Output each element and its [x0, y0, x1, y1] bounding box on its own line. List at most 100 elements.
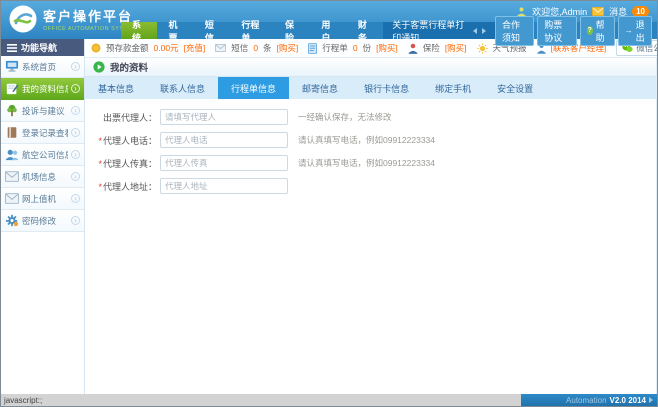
sidebar-item-home[interactable]: 系统首页	[1, 56, 84, 78]
sidebar-item-my-profile[interactable]: 我的资料信息	[1, 78, 84, 100]
chevron-right-icon	[71, 150, 80, 159]
field-label: *代理人电话：	[85, 134, 157, 147]
browser-status-bar: javascript:; Automation V2.0 2014	[1, 394, 657, 406]
agent-address-input[interactable]	[160, 178, 288, 194]
sidebar-header: 功能导航	[1, 39, 84, 56]
deposit-label: 预存款金额	[106, 42, 149, 54]
form-row-ticket-agent: 出票代理人： 一经确认保存，无法修改	[85, 109, 656, 125]
sidebar-header-label: 功能导航	[21, 41, 57, 54]
nav-item-users[interactable]: 用户	[310, 22, 346, 39]
sidebar-item-label: 登录记录查看	[22, 127, 68, 139]
insurance-person-icon	[408, 43, 418, 54]
tab-contact-info[interactable]: 联系人信息	[147, 77, 218, 99]
agent-fax-input[interactable]	[160, 155, 288, 171]
sidebar-item-login-records[interactable]: 登录记录查看	[1, 122, 84, 144]
agent-address-label: 代理人地址：	[103, 182, 157, 192]
sidebar-item-airlines[interactable]: 航空公司信息	[1, 144, 84, 166]
sms-unit: 条	[263, 42, 272, 54]
edit-pencil-icon	[5, 82, 19, 95]
required-mark: *	[98, 136, 102, 146]
chevron-right-icon	[71, 128, 80, 137]
monitor-icon	[5, 60, 19, 73]
gear-icon	[5, 214, 19, 227]
nav-item-sms[interactable]: 短信	[194, 22, 230, 39]
required-mark: *	[98, 159, 102, 169]
form-row-agent-phone: *代理人电话： 请认真填写电话，例如09912223334	[85, 132, 656, 148]
sidebar-item-label: 投诉与建议	[22, 105, 68, 117]
cooperation-notice-button[interactable]: 合作须知	[495, 16, 534, 46]
green-play-icon	[93, 61, 105, 73]
help-button[interactable]: 帮助	[580, 16, 615, 46]
brand-logo-icon	[8, 4, 38, 34]
agent-fax-hint: 请认真填写电话，例如09912223334	[298, 157, 435, 169]
top-header: 客户操作平台 OFFICE AUTOMATION SYSTEM 欢迎您,Admi…	[1, 1, 657, 39]
sms-buy-link[interactable]: [购买]	[277, 42, 299, 54]
sidebar-item-label: 网上值机	[22, 193, 68, 205]
header-actions: 合作须知 购票协议 帮助 退出	[495, 22, 657, 39]
sidebar-item-label: 系统首页	[22, 61, 68, 73]
insurance-buy-link[interactable]: [购买]	[445, 42, 467, 54]
sidebar-item-label: 航空公司信息	[22, 149, 68, 161]
nav-item-finance[interactable]: 财务	[347, 22, 383, 39]
panel-header: 我的资料	[85, 58, 656, 77]
message-envelope-icon	[592, 7, 604, 16]
panel-title: 我的资料	[110, 60, 148, 74]
sidebar-item-online-checkin[interactable]: 网上值机	[1, 188, 84, 210]
tab-bank-card-info[interactable]: 银行卡信息	[351, 77, 422, 99]
notice-ticker: 关于客票行程单打印通知	[383, 22, 495, 39]
sidebar-item-complaints[interactable]: 投诉与建议	[1, 100, 84, 122]
tab-mailing-info[interactable]: 邮寄信息	[289, 77, 351, 99]
sidebar-item-label: 机场信息	[22, 171, 68, 183]
agent-fax-label: 代理人传真：	[103, 159, 157, 169]
form-row-agent-fax: *代理人传真： 请认真填写电话，例如09912223334	[85, 155, 656, 171]
chevron-right-icon	[71, 84, 80, 93]
status-expand-icon[interactable]	[649, 397, 653, 403]
cooperation-notice-label: 合作须知	[502, 18, 527, 44]
itinerary-doc-icon	[308, 43, 317, 54]
logout-label: 退出	[636, 18, 645, 44]
deposit-value: 0.00元	[154, 42, 179, 54]
tab-basic-info[interactable]: 基本信息	[85, 77, 147, 99]
itinerary-buy-link[interactable]: [购买]	[376, 42, 398, 54]
ticket-agreement-button[interactable]: 购票协议	[537, 16, 576, 46]
chevron-right-icon	[71, 106, 80, 115]
nav-item-tickets[interactable]: 机票	[157, 22, 193, 39]
logout-icon	[625, 26, 633, 35]
coin-icon	[91, 43, 101, 53]
status-link-hint: javascript:;	[1, 394, 521, 406]
nav-item-system[interactable]: 系统	[121, 22, 157, 39]
notice-text[interactable]: 关于客票行程单打印通知	[392, 18, 468, 44]
tab-bind-phone[interactable]: 绑定手机	[422, 77, 484, 99]
nav-item-insurance[interactable]: 保险	[274, 22, 310, 39]
insurance-label: 保险	[423, 42, 440, 54]
itinerary-label: 行程单	[322, 42, 348, 54]
my-profile-panel: 我的资料 基本信息 联系人信息 行程单信息 邮寄信息 银行卡信息 绑定手机 安全…	[85, 58, 657, 396]
recharge-link[interactable]: [充值]	[184, 42, 206, 54]
tab-itinerary-info[interactable]: 行程单信息	[218, 77, 289, 99]
itinerary-info-form: 出票代理人： 一经确认保存，无法修改 *代理人电话： 请认真填写电话，例如099…	[85, 99, 656, 396]
itinerary-unit: 份	[363, 42, 372, 54]
envelope-icon	[5, 171, 19, 182]
chevron-right-icon	[71, 216, 80, 225]
sidebar-filler	[1, 232, 84, 396]
help-icon	[587, 26, 593, 35]
tab-security-settings[interactable]: 安全设置	[484, 77, 546, 99]
ticket-agent-label: 出票代理人：	[103, 113, 157, 123]
field-label: *代理人传真：	[85, 157, 157, 170]
sidebar-item-change-password[interactable]: 密码修改	[1, 210, 84, 232]
main-area: 预存款金额 0.00元 [充值] 短信 0 条 [购买] 行程单 0 份	[85, 39, 657, 396]
agent-phone-hint: 请认真填写电话，例如09912223334	[298, 134, 435, 146]
agent-phone-input[interactable]	[160, 132, 288, 148]
logout-button[interactable]: 退出	[618, 16, 652, 46]
status-app-name: Automation	[566, 396, 606, 405]
ticket-agent-input[interactable]	[160, 109, 288, 125]
notice-next-icon[interactable]	[482, 28, 486, 34]
sidebar-item-airport-info[interactable]: 机场信息	[1, 166, 84, 188]
chevron-right-icon	[71, 62, 80, 71]
main-nav: 系统 机票 短信 行程单 保险 用户 财务 关于客票行程单打印通知 合作须知 购…	[121, 22, 657, 39]
notice-prev-icon[interactable]	[473, 28, 477, 34]
sidebar-item-label: 密码修改	[22, 215, 68, 227]
chevron-right-icon	[71, 172, 80, 181]
nav-item-itinerary[interactable]: 行程单	[230, 22, 274, 39]
app-version-bar: Automation V2.0 2014	[521, 394, 657, 406]
